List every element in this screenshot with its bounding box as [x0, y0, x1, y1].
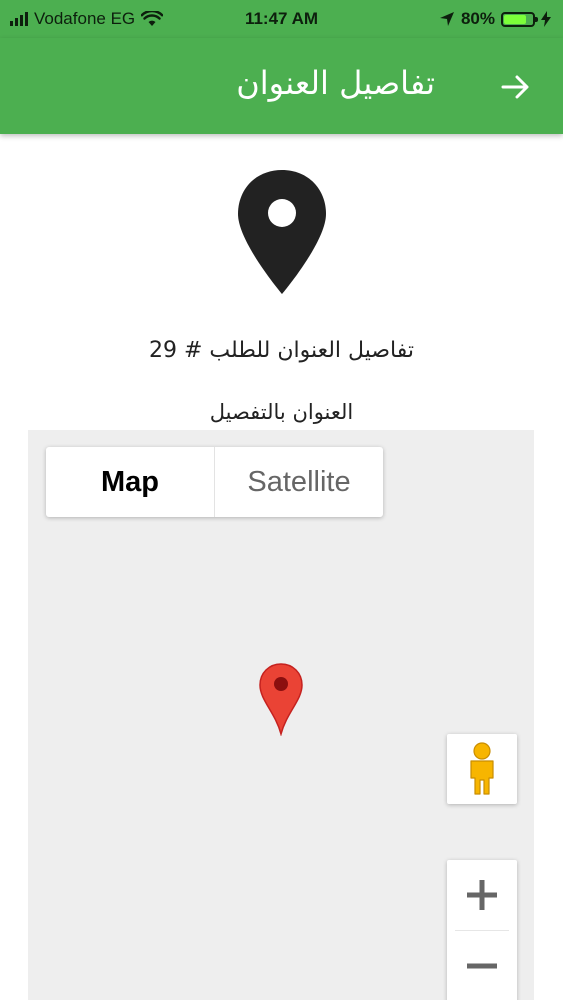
battery-percent: 80%	[460, 9, 495, 28]
map-button[interactable]: Map	[46, 447, 215, 517]
page-title: تفاصيل العنوان	[236, 64, 435, 102]
location-arrow-icon	[439, 12, 454, 26]
plus-icon	[467, 880, 497, 910]
order-title: تفاصيل العنوان للطلب # 29	[149, 338, 414, 363]
zoom-in-button[interactable]	[447, 860, 517, 930]
status-right: 80%	[439, 9, 551, 29]
charging-bolt-icon	[541, 11, 551, 27]
zoom-out-button[interactable]	[447, 931, 517, 1000]
address-detail-label: العنوان بالتفصيل	[209, 400, 354, 424]
minus-icon	[467, 963, 497, 969]
pegman-button[interactable]	[447, 734, 517, 804]
app-bar: تفاصيل العنوان	[0, 38, 563, 134]
pegman-icon	[470, 742, 494, 795]
battery-icon	[501, 11, 538, 27]
arrow-right-icon[interactable]	[499, 70, 533, 104]
zoom-control	[447, 860, 517, 1000]
battery-fill	[504, 14, 526, 24]
map-view[interactable]: Map Satellite	[28, 430, 534, 1000]
map-type-control: Map Satellite	[46, 447, 383, 517]
location-pin-icon	[238, 170, 326, 294]
status-bar: Vodafone EG 11:47 AM 80%	[0, 0, 563, 38]
satellite-button[interactable]: Satellite	[215, 447, 383, 517]
map-marker-icon[interactable]	[258, 662, 304, 736]
